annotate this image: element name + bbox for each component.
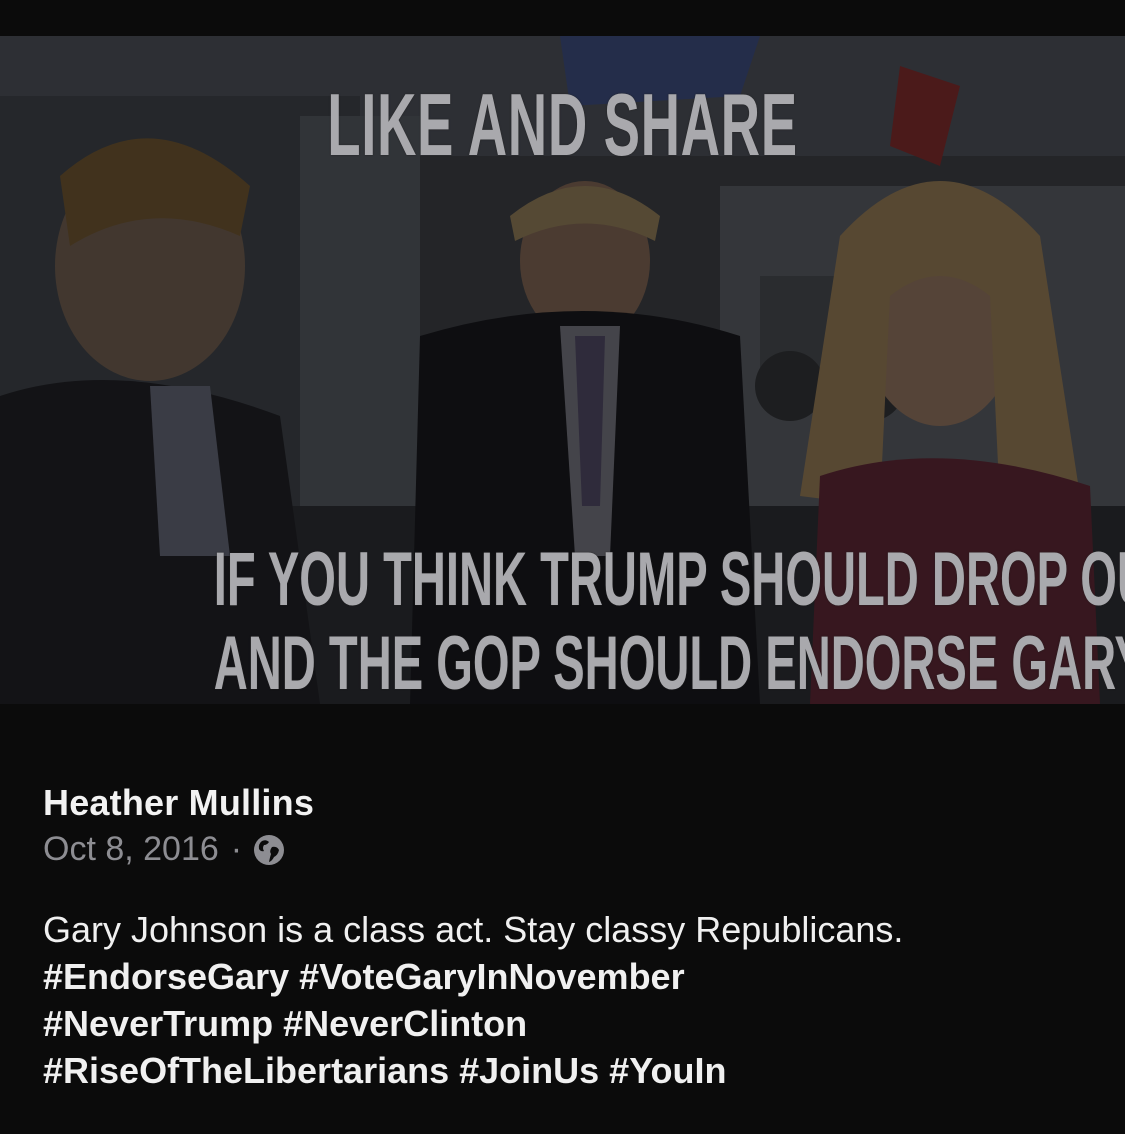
post-photo[interactable]: LIKE AND SHARE IF YOU THINK TRUMP SHOULD… <box>0 36 1125 704</box>
top-bar <box>0 0 1125 36</box>
post-date[interactable]: Oct 8, 2016 <box>43 830 219 869</box>
globe-icon[interactable] <box>252 833 286 867</box>
hashtag-line[interactable]: #EndorseGary #VoteGaryInNovember <box>43 953 1103 1000</box>
meta-separator: · <box>230 830 243 868</box>
hashtag-line[interactable]: #RiseOfTheLibertarians #JoinUs #YouIn <box>43 1047 1103 1094</box>
author-name[interactable]: Heather Mullins <box>43 782 314 824</box>
hashtag-line[interactable]: #NeverTrump #NeverClinton <box>43 1000 1103 1047</box>
post-details: Heather Mullins Oct 8, 2016 · Gary Johns… <box>0 704 1125 1134</box>
post-text: Gary Johnson is a class act. Stay classy… <box>43 906 1103 1094</box>
photo-subline-2: AND THE GOP SHOULD ENDORSE GARY JOHNSON <box>213 621 1125 704</box>
photo-subline-1: IF YOU THINK TRUMP SHOULD DROP OUT <box>213 537 1125 622</box>
hashtags: #EndorseGary #VoteGaryInNovember #NeverT… <box>43 953 1103 1094</box>
post-meta: Oct 8, 2016 · <box>43 830 286 869</box>
post-message: Gary Johnson is a class act. Stay classy… <box>43 909 904 950</box>
photo-headline: LIKE AND SHARE <box>327 75 798 174</box>
